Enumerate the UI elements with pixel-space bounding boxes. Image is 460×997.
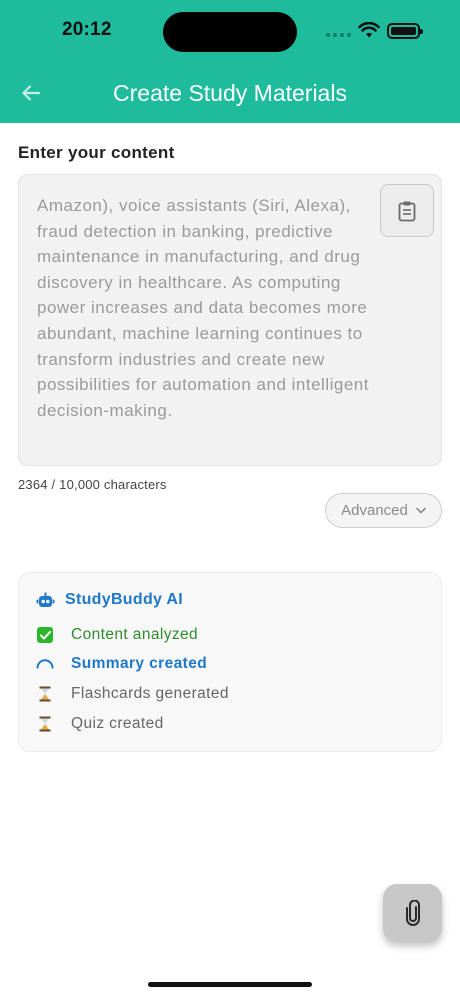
check-icon (37, 627, 53, 643)
hourglass-icon (39, 716, 51, 732)
content-textarea[interactable]: Amazon), voice assistants (Siri, Alexa),… (18, 174, 442, 466)
signal-icon (326, 33, 351, 37)
clipboard-icon (398, 201, 416, 221)
step-quiz-created: Quiz created (36, 715, 164, 733)
dynamic-island (163, 12, 297, 52)
step-label: Summary created (71, 655, 208, 672)
step-flashcards-generated: Flashcards generated (36, 685, 229, 703)
attach-file-button[interactable] (383, 884, 442, 942)
wifi-icon (358, 21, 380, 44)
step-summary-created: Summary created (36, 655, 207, 673)
paste-button[interactable] (380, 184, 434, 237)
step-label: Flashcards generated (71, 685, 229, 702)
paperclip-icon (405, 900, 420, 926)
ai-panel-title: StudyBuddy AI (65, 591, 183, 608)
content-label: Enter your content (18, 143, 175, 162)
step-label: Quiz created (71, 715, 164, 732)
app-header: 20:12 Create Study Materials (0, 0, 460, 123)
step-content-analyzed: Content analyzed (36, 626, 198, 644)
step-label: Content analyzed (71, 626, 199, 643)
hourglass-icon (39, 686, 51, 702)
ai-progress-card: StudyBuddy AI Content analyzed Summary c… (18, 572, 442, 752)
chevron-down-icon (416, 507, 426, 514)
home-indicator[interactable] (148, 982, 312, 987)
status-time: 20:12 (62, 19, 112, 40)
ai-panel-header: StudyBuddy AI (36, 591, 183, 609)
advanced-label: Advanced (341, 502, 408, 519)
page-title: Create Study Materials (113, 80, 347, 106)
advanced-button[interactable]: Advanced (325, 493, 442, 528)
character-count: 2364 / 10,000 characters (18, 477, 167, 492)
content-text[interactable]: Amazon), voice assistants (Siri, Alexa),… (37, 193, 377, 423)
spinner-icon (36, 659, 54, 669)
battery-icon (387, 23, 423, 39)
robot-icon (36, 592, 55, 607)
